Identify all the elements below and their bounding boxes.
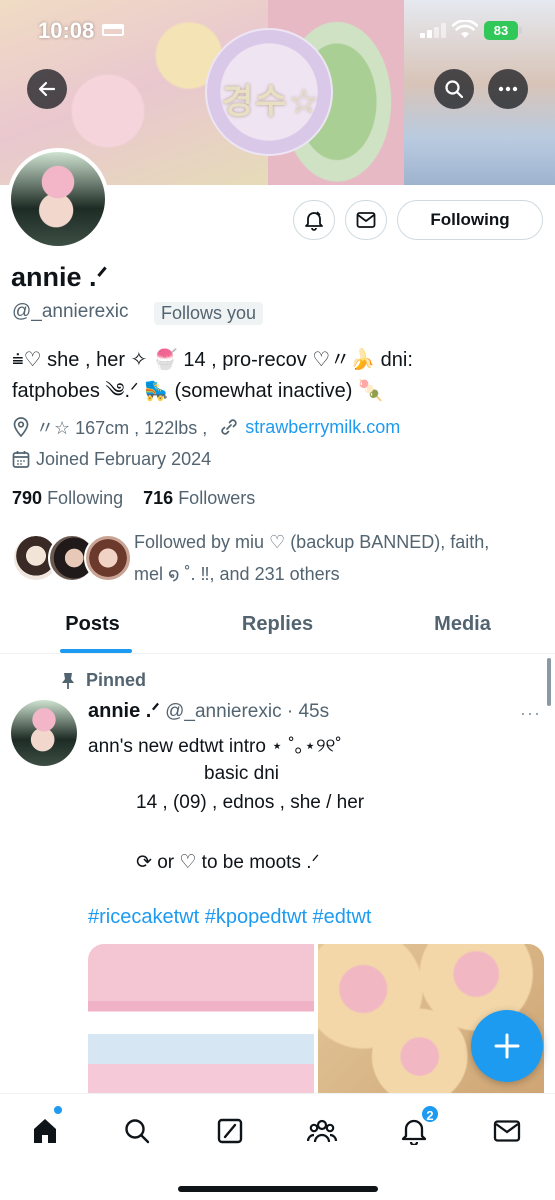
display-name: annie .ᐟ (11, 262, 108, 292)
post-text-line: 14 , (09) , ednos , she / her (136, 792, 365, 813)
following-count: 790 (12, 488, 43, 508)
status-time: 10:08 (38, 18, 95, 43)
pin-icon (62, 672, 74, 689)
calendar-icon (12, 451, 30, 468)
battery-cap (519, 27, 522, 34)
followers-count: 716 (143, 488, 174, 508)
notifications-badge: 2 (420, 1104, 440, 1124)
following-count-link[interactable]: 790 Following (12, 488, 123, 508)
envelope-icon (493, 1120, 521, 1142)
profile-website-link[interactable]: strawberrymilk.com (245, 417, 400, 438)
post-author-avatar[interactable] (11, 700, 77, 766)
plus-icon (494, 1033, 520, 1059)
pinned-text: Pinned (86, 670, 147, 690)
profile-avatar[interactable] (7, 148, 109, 250)
nav-home[interactable] (22, 1108, 68, 1154)
follow-counts: 790 Following 716 Followers (12, 488, 255, 509)
search-icon (445, 80, 464, 99)
wifi-icon (452, 20, 478, 38)
compose-icon (217, 1118, 243, 1144)
banner-text: 경수☆ (222, 83, 322, 121)
search-button[interactable] (434, 69, 474, 109)
nav-communities[interactable] (299, 1108, 345, 1154)
profile-tabs: Posts Replies Media (0, 600, 555, 654)
tab-posts[interactable]: Posts (0, 600, 185, 653)
following-button[interactable]: Following (397, 200, 543, 240)
location-pin-icon (13, 417, 29, 437)
status-bar: 10:08 83 (0, 0, 555, 64)
more-options-button[interactable] (488, 69, 528, 109)
post-header: annie .ᐟ @_annierexic · 45s (88, 698, 329, 723)
mutual-avatar (84, 534, 132, 582)
active-tab-indicator (60, 649, 132, 653)
post-text-line: basic dni (204, 763, 279, 784)
cellular-signal-icon (420, 22, 450, 38)
battery-indicator: 83 (484, 21, 518, 40)
sleep-focus-icon (102, 24, 124, 36)
communities-icon (306, 1119, 338, 1143)
post-hashtags[interactable]: #ricecaketwt #kpopedtwt #edtwt (88, 906, 372, 929)
tab-media[interactable]: Media (370, 600, 555, 653)
back-arrow-icon (38, 81, 56, 97)
pinned-label: Pinned (60, 670, 146, 691)
nav-grok[interactable] (207, 1108, 253, 1154)
profile-location: 〃☆ 167cm , 122lbs , (36, 418, 208, 438)
follows-you-badge: Follows you (154, 302, 264, 325)
home-indicator[interactable] (178, 1186, 378, 1192)
back-button[interactable] (27, 69, 67, 109)
following-label: Following (47, 488, 124, 508)
bell-notification-icon (305, 211, 323, 231)
nav-search[interactable] (114, 1108, 160, 1154)
more-dots-icon (498, 86, 518, 92)
search-icon (125, 1119, 150, 1144)
profile-handle: @_annierexic (12, 301, 129, 322)
link-icon (221, 419, 237, 435)
followed-by-line: Followed by miu ♡ (backup BANNED), faith… (134, 532, 490, 552)
profile-joined-row: Joined February 2024 (12, 449, 211, 470)
post-media-image[interactable] (88, 944, 314, 1094)
tab-replies[interactable]: Replies (185, 600, 370, 653)
post-text-line: ann's new edtwt intro ⋆ ˚｡⋆୨୧˚ (88, 736, 342, 757)
post-handle-time: @_annierexic · 45s (165, 701, 330, 722)
post-more-icon[interactable]: ··· (520, 703, 541, 724)
profile-joined-date: Joined February 2024 (36, 449, 212, 469)
envelope-icon (356, 212, 376, 228)
followed-by-line: mel ໑ ˚. ‼︎, and 231 others (134, 564, 340, 584)
bio-line: fatphobes ༄.ᐟ 🛼 (somewhat inactive) 🍡 (12, 380, 383, 402)
bio-line: ⩧♡ she , her ✧ 🍧 14 , pro-recov ♡〃🍌 dni: (12, 349, 413, 371)
compose-post-button[interactable] (471, 1010, 543, 1082)
notifications-toggle-button[interactable] (293, 200, 335, 240)
profile-location-row: 〃☆ 167cm , 122lbs , strawberrymilk.com (12, 414, 400, 440)
followers-label: Followers (178, 488, 256, 508)
home-icon (34, 1119, 56, 1143)
post-text-line: ⟳ or ♡ to be moots .ᐟ (136, 852, 320, 873)
profile-bio: ⩧♡ she , her ✧ 🍧 14 , pro-recov ♡〃🍌 dni:… (12, 345, 547, 407)
post-author-name[interactable]: annie .ᐟ (88, 700, 160, 722)
scrollbar[interactable] (547, 658, 551, 706)
followers-count-link[interactable]: 716 Followers (143, 488, 255, 508)
message-button[interactable] (345, 200, 387, 240)
mutual-followers-avatars[interactable] (12, 534, 132, 582)
home-unread-dot (54, 1106, 62, 1114)
bottom-navigation: 2 (0, 1093, 555, 1200)
followed-by-text[interactable]: Followed by miu ♡ (backup BANNED), faith… (134, 526, 539, 590)
nav-messages[interactable] (484, 1108, 530, 1154)
